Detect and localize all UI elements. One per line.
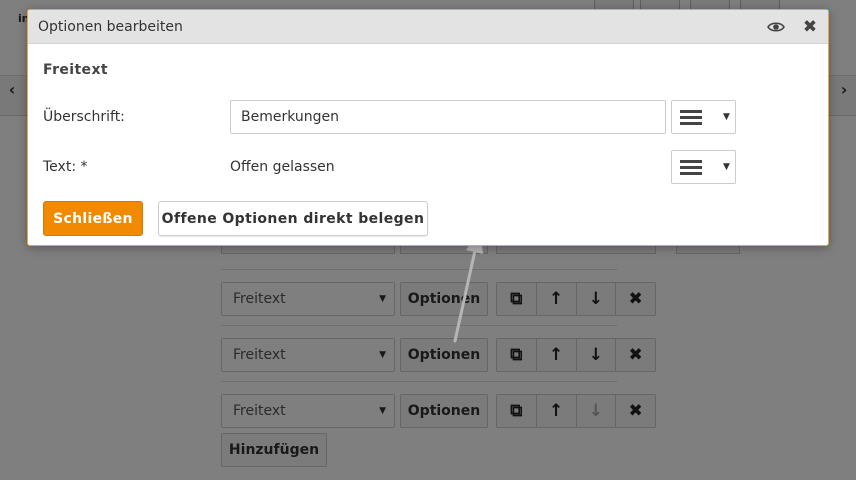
text-label: Text: * [43,159,88,175]
edit-options-dialog: Optionen bearbeiten ✖ Freitext Überschri… [27,9,829,246]
eye-icon[interactable] [767,19,785,35]
text-format-select[interactable]: ▼ [671,150,736,184]
dialog-header: Optionen bearbeiten ✖ [28,10,828,44]
assign-open-options-button[interactable]: Offene Optionen direkt belegen [158,201,428,236]
menu-lines-icon [680,110,702,126]
close-button[interactable]: Schließen [43,201,143,236]
heading-input[interactable] [230,100,666,134]
heading-label: Überschrift: [43,109,125,125]
heading-format-select[interactable]: ▼ [671,100,736,134]
caret-down-icon: ▼ [723,162,730,172]
text-value: Offen gelassen [230,159,335,175]
menu-lines-icon [680,160,702,176]
close-icon[interactable]: ✖ [802,18,818,36]
caret-down-icon: ▼ [723,112,730,122]
section-title: Freitext [43,62,108,78]
dialog-title: Optionen bearbeiten [38,19,183,35]
